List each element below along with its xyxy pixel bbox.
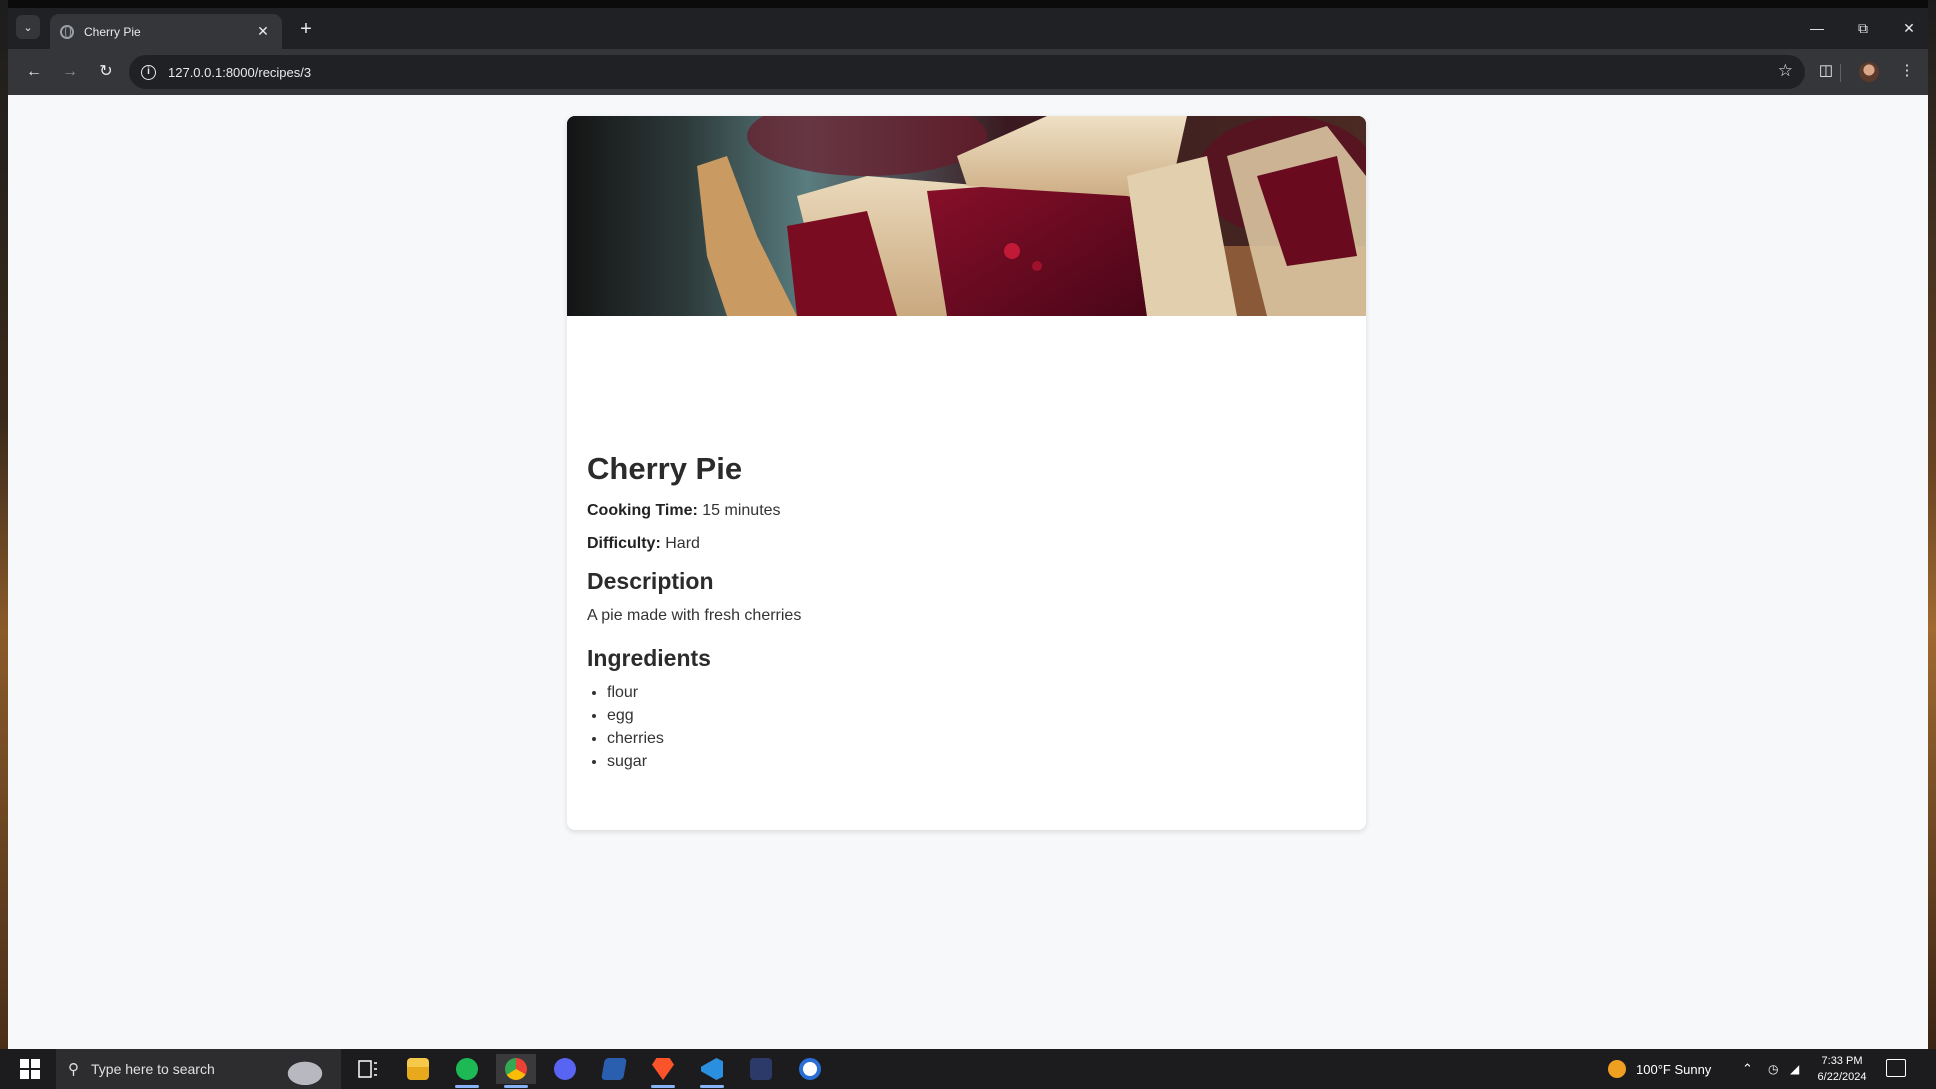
tab-close-icon[interactable]: ✕ xyxy=(254,23,272,40)
weather-text: 100°F Sunny xyxy=(1636,1061,1712,1077)
discord-icon[interactable] xyxy=(545,1054,585,1084)
recipe-content: Cherry Pie Cooking Time: 15 minutes Diff… xyxy=(587,451,1347,776)
ingredient-item: cherries xyxy=(607,730,1347,748)
page-viewport: Cherry Pie Cooking Time: 15 minutes Diff… xyxy=(8,95,1928,1049)
description-text: A pie made with fresh cherries xyxy=(587,607,802,624)
browser-toolbar: ← → ↻ i 127.0.0.1:8000/recipes/3 ☆ ◫ ⋮ xyxy=(8,49,1928,95)
toolbar-separator xyxy=(1840,64,1841,82)
browser-window: ⌄ Cherry Pie ✕ + — ⧉ ✕ ← → ↻ i 127.0.0.1… xyxy=(8,0,1928,1049)
app-store-icon[interactable] xyxy=(790,1054,830,1084)
cooking-time: Cooking Time: 15 minutes xyxy=(587,502,1347,520)
globe-icon xyxy=(60,24,74,39)
notification-icon[interactable] xyxy=(1886,1059,1906,1077)
clock-date: 6/22/2024 xyxy=(1817,1071,1867,1083)
search-icon: ⚲ xyxy=(68,1061,79,1078)
taskbar-search[interactable]: ⚲ Type here to search xyxy=(56,1049,341,1089)
tab-strip: ⌄ Cherry Pie ✕ + — ⧉ ✕ xyxy=(8,8,1928,49)
restore-button[interactable]: ⧉ xyxy=(1848,20,1878,37)
windows-start-icon[interactable] xyxy=(20,1059,40,1079)
task-view-icon[interactable] xyxy=(348,1054,388,1084)
cherry-pie-photo xyxy=(567,116,1366,316)
new-tab-button[interactable]: + xyxy=(294,18,318,42)
taskbar: ⚲ Type here to search 100°F Sunny ⌃ ◷ ◢ … xyxy=(0,1049,1936,1089)
ingredient-item: flour xyxy=(607,684,1347,702)
tab-title: Cherry Pie xyxy=(84,24,141,39)
close-window-button[interactable]: ✕ xyxy=(1894,20,1924,37)
taskbar-search-placeholder: Type here to search xyxy=(91,1061,215,1077)
chrome-icon[interactable] xyxy=(496,1054,536,1088)
ingredient-item: egg xyxy=(607,707,1347,725)
menu-kebab-icon[interactable]: ⋮ xyxy=(1895,61,1919,79)
powershell-icon[interactable] xyxy=(594,1054,634,1084)
volume-icon[interactable]: ◢ xyxy=(1790,1049,1799,1089)
reload-button[interactable]: ↻ xyxy=(94,60,118,84)
desktop-wallpaper-left xyxy=(0,0,8,1049)
difficulty-value: Hard xyxy=(665,535,700,552)
minimize-button[interactable]: — xyxy=(1802,20,1832,36)
recipe-title: Cherry Pie xyxy=(587,451,743,486)
tray-overflow-icon[interactable]: ⌃ xyxy=(1742,1049,1753,1089)
file-explorer-icon[interactable] xyxy=(398,1054,438,1084)
ingredients-list: flour egg cherries sugar xyxy=(607,684,1347,771)
profile-avatar[interactable] xyxy=(1859,62,1879,82)
back-button[interactable]: ← xyxy=(22,60,46,84)
ingredients-heading: Ingredients xyxy=(587,645,711,671)
tab-search-button[interactable]: ⌄ xyxy=(16,15,40,39)
search-highlight-icon xyxy=(275,1053,335,1087)
description-heading: Description xyxy=(587,568,714,594)
network-icon[interactable]: ◷ xyxy=(1768,1049,1778,1089)
app-window-icon[interactable] xyxy=(741,1054,781,1084)
brave-icon[interactable] xyxy=(643,1054,683,1088)
clock-time: 7:33 PM xyxy=(1821,1055,1863,1067)
desktop-wallpaper-right xyxy=(1928,0,1936,1049)
address-bar[interactable]: i 127.0.0.1:8000/recipes/3 ☆ xyxy=(129,55,1805,89)
recipe-hero-image xyxy=(567,116,1366,316)
ingredient-item: sugar xyxy=(607,753,1347,771)
sun-icon xyxy=(1608,1060,1626,1078)
forward-button[interactable]: → xyxy=(58,60,82,84)
cooking-time-label: Cooking Time: xyxy=(587,502,698,519)
difficulty-label: Difficulty: xyxy=(587,535,661,552)
spotify-icon[interactable] xyxy=(447,1054,487,1088)
tab-active[interactable]: Cherry Pie ✕ xyxy=(50,14,282,49)
difficulty: Difficulty: Hard xyxy=(587,535,1347,553)
vscode-icon[interactable] xyxy=(692,1054,732,1088)
weather-widget[interactable]: 100°F Sunny xyxy=(1608,1049,1711,1089)
window-top-edge xyxy=(8,0,1928,8)
site-info-icon[interactable]: i xyxy=(141,64,156,80)
system-clock[interactable]: 7:33 PM 6/22/2024 xyxy=(1812,1053,1872,1085)
cooking-time-value: 15 minutes xyxy=(702,502,781,519)
extensions-icon[interactable]: ◫ xyxy=(1814,61,1838,79)
address-url: 127.0.0.1:8000/recipes/3 xyxy=(168,64,312,80)
bookmark-star-icon[interactable]: ☆ xyxy=(1778,61,1793,81)
recipe-card: Cherry Pie Cooking Time: 15 minutes Diff… xyxy=(567,116,1366,830)
